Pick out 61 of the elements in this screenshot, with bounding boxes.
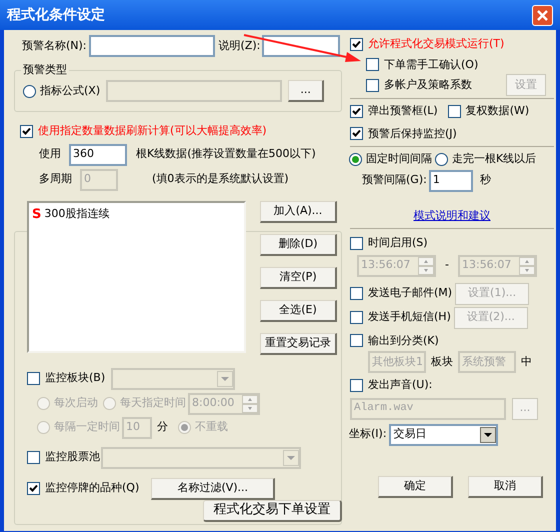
window-title: 程式化条件设定 <box>7 6 105 24</box>
count-note: 根K线数据(推荐设置数量在500以下) <box>136 146 316 162</box>
check-icon <box>29 484 38 493</box>
name-input[interactable] <box>88 35 215 57</box>
suspended-checkbox[interactable]: 监控停牌的品种(Q) <box>27 480 140 497</box>
name-label: 预警名称(N): <box>22 38 87 54</box>
notify-checkbox[interactable]: 发送手机短信(H) <box>350 309 451 326</box>
sector-suffix: 板块 <box>431 354 453 370</box>
close-icon[interactable] <box>537 10 548 20</box>
description-input[interactable] <box>262 35 340 57</box>
count-input[interactable]: 360 <box>69 144 127 166</box>
list-marker: S <box>32 206 42 224</box>
name-filter-button[interactable]: 名称过滤(V)... <box>151 478 276 500</box>
popup-alert-checkbox[interactable]: 弹出预警框(L) <box>350 103 438 120</box>
interval-input[interactable]: 1 <box>428 170 473 192</box>
minutes-unit: 分 <box>157 419 168 436</box>
check-icon <box>352 40 361 49</box>
list-action-button[interactable]: 全选(E) <box>260 300 337 322</box>
formula-radio[interactable]: 指标公式(X) <box>23 82 100 100</box>
close-button[interactable] <box>532 4 553 26</box>
sector-checkbox[interactable]: 监控板块(B) <box>27 370 106 387</box>
output-checkbox[interactable]: 输出到分类(K) <box>350 332 554 349</box>
interval-mode-radio[interactable]: 走完一根K线以后 <box>435 151 536 168</box>
sound-checkbox[interactable]: 发出声音(U): <box>350 377 554 394</box>
time-enable-checkbox[interactable]: 时间启用(S) <box>350 235 554 252</box>
period-note: (填0表示的是系统默认设置) <box>152 171 289 188</box>
list-item[interactable]: S 300股指连续 <box>32 204 244 224</box>
period-label: 多周期 <box>39 171 72 188</box>
ok-button[interactable]: 确定 <box>378 476 453 498</box>
check-icon <box>352 129 361 138</box>
keep-monitoring-checkbox[interactable]: 预警后保持监控(J) <box>350 126 554 142</box>
check-icon <box>352 106 361 116</box>
list-action-button[interactable]: 加入(A)... <box>260 200 337 222</box>
help-link[interactable]: 模式说明和建议 <box>414 208 490 224</box>
spinner-icon[interactable] <box>518 256 535 274</box>
interval-mode-radio[interactable]: 固定时间间隔 <box>349 151 432 168</box>
sector-select[interactable] <box>111 368 236 390</box>
browse-button[interactable]: ... <box>288 80 324 102</box>
category-suffix: 中 <box>521 354 532 370</box>
interval-unit: 秒 <box>480 172 491 188</box>
manual-confirm-checkbox[interactable]: 下单需手工确认(O) <box>366 56 554 73</box>
adjusted-data-checkbox[interactable]: 复权数据(W) <box>448 103 530 120</box>
interval-label: 预警间隔(G): <box>362 172 427 188</box>
stock-pool-checkbox[interactable]: 监控股票池 <box>27 449 100 466</box>
axis-select[interactable]: 交易日 <box>388 424 498 446</box>
list-action-button[interactable]: 删除(D) <box>260 234 337 256</box>
cancel-button[interactable]: 取消 <box>468 476 543 498</box>
use-label: 使用 <box>39 146 61 162</box>
list-action-button[interactable]: 清空(P) <box>260 266 337 288</box>
description-label: 说明(Z): <box>218 38 260 54</box>
order-settings-button[interactable]: 程式化交易下单设置 <box>203 500 342 522</box>
time-separator: - <box>445 257 449 274</box>
list-action-button[interactable]: 重置交易记录 <box>260 332 337 354</box>
spinner-icon[interactable] <box>242 394 258 412</box>
notify-checkbox[interactable]: 发送电子邮件(M) <box>350 285 452 302</box>
multi-account-checkbox[interactable]: 多帐户及策略系数 <box>366 76 472 94</box>
formula-input[interactable] <box>106 80 282 102</box>
stock-pool-select[interactable] <box>101 446 301 468</box>
axis-label: 坐标(I): <box>349 426 387 442</box>
spinner-icon[interactable] <box>418 256 434 274</box>
check-icon <box>22 126 31 136</box>
